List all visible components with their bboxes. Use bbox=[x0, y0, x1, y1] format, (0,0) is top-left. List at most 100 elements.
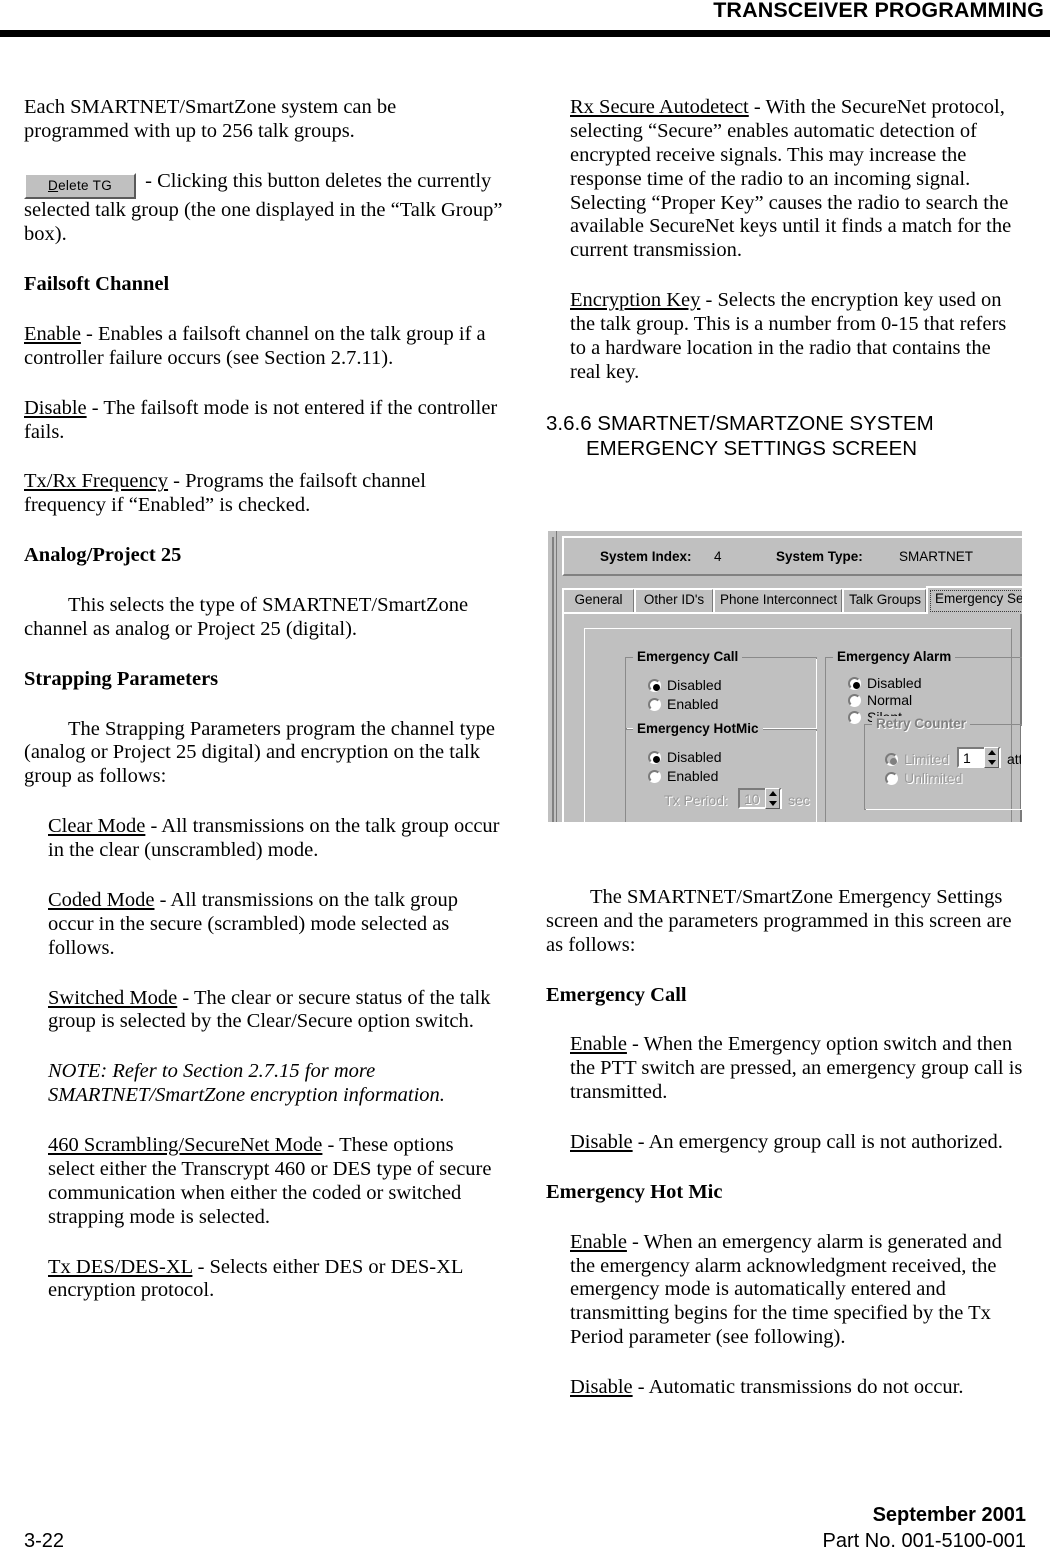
term-call-disable: Disable - An emergency group call is not… bbox=[546, 1131, 1026, 1155]
heading-analog-project-25: Analog/Project 25 bbox=[24, 544, 182, 567]
term-label: 460 Scrambling/SecureNet Mode bbox=[48, 1134, 323, 1157]
term-label: Enable bbox=[24, 322, 81, 345]
attempts-label: attempts bbox=[1007, 751, 1022, 767]
tx-period-spinner[interactable] bbox=[765, 788, 780, 809]
radio-emergency-call-disabled[interactable]: Disabled bbox=[648, 677, 721, 696]
running-head-title: TRANSCEIVER PROGRAMMING bbox=[713, 0, 1044, 22]
radio-label: Enabled bbox=[667, 768, 719, 784]
tab-label: Talk Groups bbox=[849, 592, 922, 607]
spinner-up-button[interactable] bbox=[766, 789, 779, 799]
tab-strip: General Other ID's Phone Interconnect Ta… bbox=[562, 586, 1022, 614]
tab-label: Other ID's bbox=[643, 592, 705, 607]
term-description: - Enables a failsoft channel on the talk… bbox=[24, 322, 486, 369]
group-emergency-call: Emergency Call Disabled Enabled bbox=[625, 649, 817, 729]
settings-inner-frame: Emergency Call Disabled Enabled Emergenc… bbox=[584, 628, 1022, 822]
tab-other-ids[interactable]: Other ID's bbox=[634, 588, 714, 612]
term-label: Tx/Rx Frequency bbox=[24, 470, 169, 493]
spinner-down-button[interactable] bbox=[985, 758, 998, 768]
term-description: - Automatic transmissions do not occur. bbox=[632, 1376, 964, 1399]
smartnet-emergency-settings-screenshot: System Index: 4 System Type: SMARTNET Ge… bbox=[548, 531, 1022, 822]
page-footer: 3-22 September 2001 Part No. 001-5100-00… bbox=[0, 1500, 1050, 1564]
term-call-enable: Enable - When the Emergency option switc… bbox=[546, 1033, 1026, 1105]
system-type-value: SMARTNET bbox=[899, 549, 974, 564]
tx-period-unit: sec bbox=[788, 792, 810, 808]
chevron-down-icon bbox=[987, 759, 996, 765]
term-label: Enable bbox=[570, 1230, 627, 1253]
delete-tg-label-rest: elete TG bbox=[58, 177, 112, 193]
term-description: - When an emergency alarm is generated a… bbox=[570, 1230, 1002, 1349]
page-number: 3-22 bbox=[24, 1530, 65, 1552]
radio-label: Disabled bbox=[667, 749, 722, 765]
radio-button-icon bbox=[648, 751, 661, 764]
paragraph-analog-project-25: This selects the type of SMARTNET/SmartZ… bbox=[24, 594, 469, 640]
radio-label: Enabled bbox=[667, 696, 719, 712]
radio-label: Limited bbox=[904, 751, 950, 767]
group-title: Emergency HotMic bbox=[633, 721, 763, 736]
radio-hotmic-enabled[interactable]: Enabled bbox=[648, 768, 718, 787]
delete-tg-button[interactable]: Delete TG bbox=[24, 172, 136, 200]
tx-period-label: Tx Period: bbox=[664, 792, 728, 808]
tab-emergency-settings[interactable]: Emergency Settings bbox=[926, 586, 1022, 614]
chevron-up-icon bbox=[768, 791, 777, 797]
term-failsoft-txrx-frequency: Tx/Rx Frequency - Programs the failsoft … bbox=[24, 470, 504, 518]
term-description: - An emergency group call is not authori… bbox=[632, 1131, 1003, 1154]
tab-phone-interconnect[interactable]: Phone Interconnect bbox=[713, 588, 843, 612]
paragraph-256-talkgroups: Each SMARTNET/SmartZone system can be pr… bbox=[24, 96, 397, 142]
system-index-value: 4 bbox=[714, 549, 722, 564]
term-tx-des-des-xl: Tx DES/DES-XL - Selects either DES or DE… bbox=[24, 1256, 504, 1304]
heading-emergency-call: Emergency Call bbox=[546, 983, 687, 1006]
footer-part-number: Part No. 001-5100-001 bbox=[822, 1530, 1026, 1552]
term-encryption-key: Encryption Key - Selects the encryption … bbox=[546, 289, 1026, 385]
tab-page-emergency-settings: Emergency Call Disabled Enabled Emergenc… bbox=[562, 612, 1022, 822]
spinner-down-button[interactable] bbox=[766, 799, 779, 809]
radio-label: Disabled bbox=[667, 677, 722, 693]
term-hotmic-disable: Disable - Automatic transmissions do not… bbox=[546, 1376, 1026, 1400]
paragraph-emergency-settings-intro: The SMARTNET/SmartZone Emergency Setting… bbox=[546, 886, 1012, 956]
radio-retry-limited[interactable]: Limited bbox=[885, 751, 949, 770]
radio-emergency-call-enabled[interactable]: Enabled bbox=[648, 696, 718, 715]
term-label: Coded Mode bbox=[48, 888, 155, 911]
note-encryption-reference: NOTE: Refer to Section 2.7.15 for more S… bbox=[48, 1060, 445, 1107]
radio-button-icon bbox=[848, 677, 861, 690]
radio-hotmic-disabled[interactable]: Disabled bbox=[648, 749, 721, 768]
heading-failsoft-channel: Failsoft Channel bbox=[24, 273, 170, 296]
term-clear-mode: Clear Mode - All transmissions on the ta… bbox=[24, 815, 504, 863]
heading-emergency-hot-mic: Emergency Hot Mic bbox=[546, 1180, 723, 1203]
radio-label: Normal bbox=[867, 692, 913, 708]
tab-general[interactable]: General bbox=[562, 588, 635, 612]
term-description: - The failsoft mode is not entered if th… bbox=[24, 396, 498, 443]
header-rule bbox=[0, 30, 1050, 37]
term-label: Clear Mode bbox=[48, 815, 146, 838]
radio-retry-unlimited[interactable]: Unlimited bbox=[885, 770, 962, 789]
radio-label: Unlimited bbox=[904, 770, 963, 786]
group-title: Emergency Alarm bbox=[833, 649, 956, 664]
tab-label: Phone Interconnect bbox=[720, 592, 838, 607]
term-label: Disable bbox=[570, 1131, 633, 1154]
chevron-up-icon bbox=[987, 750, 996, 756]
section-title-line2: EMERGENCY SETTINGS SCREEN bbox=[586, 437, 918, 461]
section-number: 3.6.6 SMARTNET/SMARTZONE SYSTEM bbox=[546, 411, 934, 435]
right-text-column-lower: The SMARTNET/SmartZone Emergency Setting… bbox=[546, 886, 1026, 1400]
term-label: Switched Mode bbox=[48, 986, 178, 1009]
tab-talk-groups[interactable]: Talk Groups bbox=[842, 588, 927, 612]
term-description: - When the Emergency option switch and t… bbox=[570, 1033, 1023, 1104]
delete-tg-mnemonic: D bbox=[48, 177, 59, 193]
spinner-up-button[interactable] bbox=[985, 748, 998, 758]
attempts-spinner[interactable] bbox=[984, 747, 999, 768]
